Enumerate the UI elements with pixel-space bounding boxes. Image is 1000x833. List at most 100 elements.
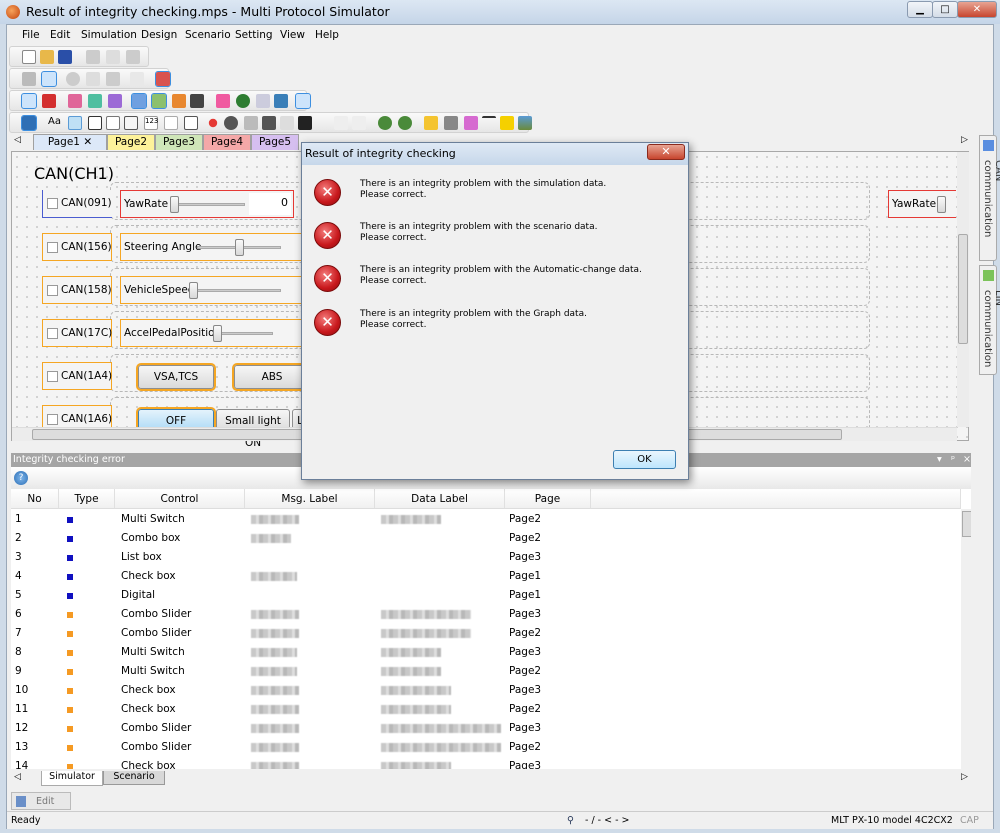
accel-pedal-slider[interactable]: AccelPedalPosition [120, 319, 310, 347]
stethoscope-icon[interactable] [378, 116, 392, 130]
alert-icon[interactable] [155, 71, 171, 87]
column-type[interactable]: Type [59, 489, 115, 509]
tab-simulator[interactable]: Simulator [41, 771, 103, 786]
hilo-icon[interactable] [352, 116, 366, 130]
paste-icon[interactable] [126, 50, 140, 64]
table-row[interactable]: 3 List box Page3 [11, 548, 956, 567]
slider-thumb[interactable] [189, 282, 198, 299]
menu-view[interactable]: View [280, 29, 305, 41]
close-button[interactable]: ✕ [957, 1, 997, 18]
tab-close-icon[interactable]: ✕ [83, 136, 92, 148]
slider-thumb[interactable] [937, 196, 946, 213]
table-row[interactable]: 9 Multi Switch Page2 [11, 662, 956, 681]
tab-page3[interactable]: Page3 [155, 134, 203, 150]
headset-icon[interactable] [106, 72, 120, 86]
table-row[interactable]: 7 Combo Slider Page2 [11, 624, 956, 643]
abs-button[interactable]: ABS [232, 363, 312, 391]
table-row[interactable]: 6 Combo Slider Page3 [11, 605, 956, 624]
column-msg-label[interactable]: Msg. Label [245, 489, 375, 509]
tab-page1[interactable]: Page1 ✕ [33, 134, 107, 150]
listbox-icon[interactable] [124, 116, 138, 130]
checkbox[interactable] [47, 285, 58, 296]
color-wheel-icon[interactable] [236, 94, 250, 108]
run-icon[interactable] [22, 72, 36, 86]
table-vertical-scrollbar[interactable] [961, 509, 971, 769]
slider-thumb[interactable] [170, 196, 179, 213]
table-row[interactable]: 14 Check box Page3 [11, 757, 956, 769]
monitor-icon[interactable] [86, 72, 100, 86]
gauge-icon[interactable] [224, 116, 238, 130]
tab-page5[interactable]: Page5 [251, 134, 299, 150]
copy-icon[interactable] [106, 50, 120, 64]
column-control[interactable]: Control [115, 489, 245, 509]
open-folder-icon[interactable] [40, 50, 54, 64]
table-row[interactable]: 4 Check box Page1 [11, 567, 956, 586]
lamp-icon[interactable] [208, 118, 218, 128]
tab-scroll-right-icon[interactable]: ▷ [961, 772, 968, 782]
tab-scroll-right-icon[interactable]: ▷ [961, 135, 968, 145]
binary-icon[interactable] [130, 72, 144, 86]
menu-file[interactable]: File [22, 29, 40, 41]
canvas-vertical-scrollbar[interactable] [957, 152, 969, 427]
vehicle-speed-slider[interactable]: VehicleSpeed [120, 276, 310, 304]
can-icon[interactable] [131, 93, 147, 109]
text-icon[interactable]: Aa [48, 116, 62, 130]
flexray-icon[interactable] [172, 94, 186, 108]
table-row[interactable]: 1 Multi Switch Page2 [11, 510, 956, 529]
side-tab-can[interactable]: CAN communication [979, 135, 1000, 261]
message-alert-icon[interactable] [295, 93, 311, 109]
menu-setting[interactable]: Setting [235, 29, 273, 41]
checkbox[interactable] [47, 414, 58, 425]
tree-teal-icon[interactable] [88, 94, 102, 108]
save-icon[interactable] [58, 50, 72, 64]
panel-menu-icon[interactable]: ▾ [937, 453, 942, 467]
export-icon[interactable] [444, 116, 458, 130]
minimize-button[interactable]: ▁ [907, 1, 933, 18]
can-box-17c[interactable]: CAN(17C) [42, 319, 112, 347]
battery-icon[interactable] [262, 116, 276, 130]
vsa-tcs-button[interactable]: VSA,TCS [136, 363, 216, 391]
slider-thumb[interactable] [213, 325, 222, 342]
checkbox-icon[interactable] [88, 116, 102, 130]
table-row[interactable]: 2 Combo box Page2 [11, 529, 956, 548]
table-row[interactable]: 10 Check box Page3 [11, 681, 956, 700]
digital-icon[interactable]: 123 [144, 116, 158, 130]
list-icon[interactable] [21, 93, 37, 109]
power-icon[interactable] [66, 72, 80, 86]
menu-edit[interactable]: Edit [50, 29, 70, 41]
calendar-icon[interactable] [184, 116, 198, 130]
ok-button[interactable]: OK [613, 450, 676, 469]
lightning-icon[interactable] [500, 116, 514, 130]
menu-simulation[interactable]: Simulation [81, 29, 137, 41]
value-field[interactable]: 0 [249, 193, 291, 215]
edit-tab[interactable]: Edit [11, 792, 71, 810]
panel-close-icon[interactable]: × [963, 453, 971, 467]
config-icon[interactable] [464, 116, 478, 130]
s2-icon[interactable] [334, 116, 348, 130]
checkbox[interactable] [47, 198, 58, 209]
checkbox[interactable] [47, 242, 58, 253]
seven-seg-icon[interactable] [298, 116, 312, 130]
textbox-icon[interactable] [68, 116, 82, 130]
column-no[interactable]: No [11, 489, 59, 509]
image-icon[interactable] [518, 116, 532, 130]
column-page[interactable]: Page [505, 489, 591, 509]
combobox-icon[interactable] [106, 116, 120, 130]
settings-icon[interactable] [256, 94, 270, 108]
table-row[interactable]: 12 Combo Slider Page3 [11, 719, 956, 738]
switch-icon[interactable] [316, 116, 330, 130]
pulse-icon[interactable] [482, 116, 496, 130]
steering-angle-slider[interactable]: Steering Angle [120, 233, 310, 261]
table-row[interactable]: 8 Multi Switch Page3 [11, 643, 956, 662]
tab-scroll-left-icon[interactable]: ◁ [14, 135, 21, 145]
tab-page4[interactable]: Page4 [203, 134, 251, 150]
button-icon[interactable] [164, 116, 178, 130]
table-row[interactable]: 13 Combo Slider Page2 [11, 738, 956, 757]
can-box-158[interactable]: CAN(158) [42, 276, 112, 304]
can-box-1a4[interactable]: CAN(1A4) [42, 362, 112, 390]
checkbox[interactable] [47, 328, 58, 339]
cut-icon[interactable] [86, 50, 100, 64]
menu-design[interactable]: Design [141, 29, 177, 41]
can-box-156[interactable]: CAN(156) [42, 233, 112, 261]
tab-page2[interactable]: Page2 [107, 134, 155, 150]
